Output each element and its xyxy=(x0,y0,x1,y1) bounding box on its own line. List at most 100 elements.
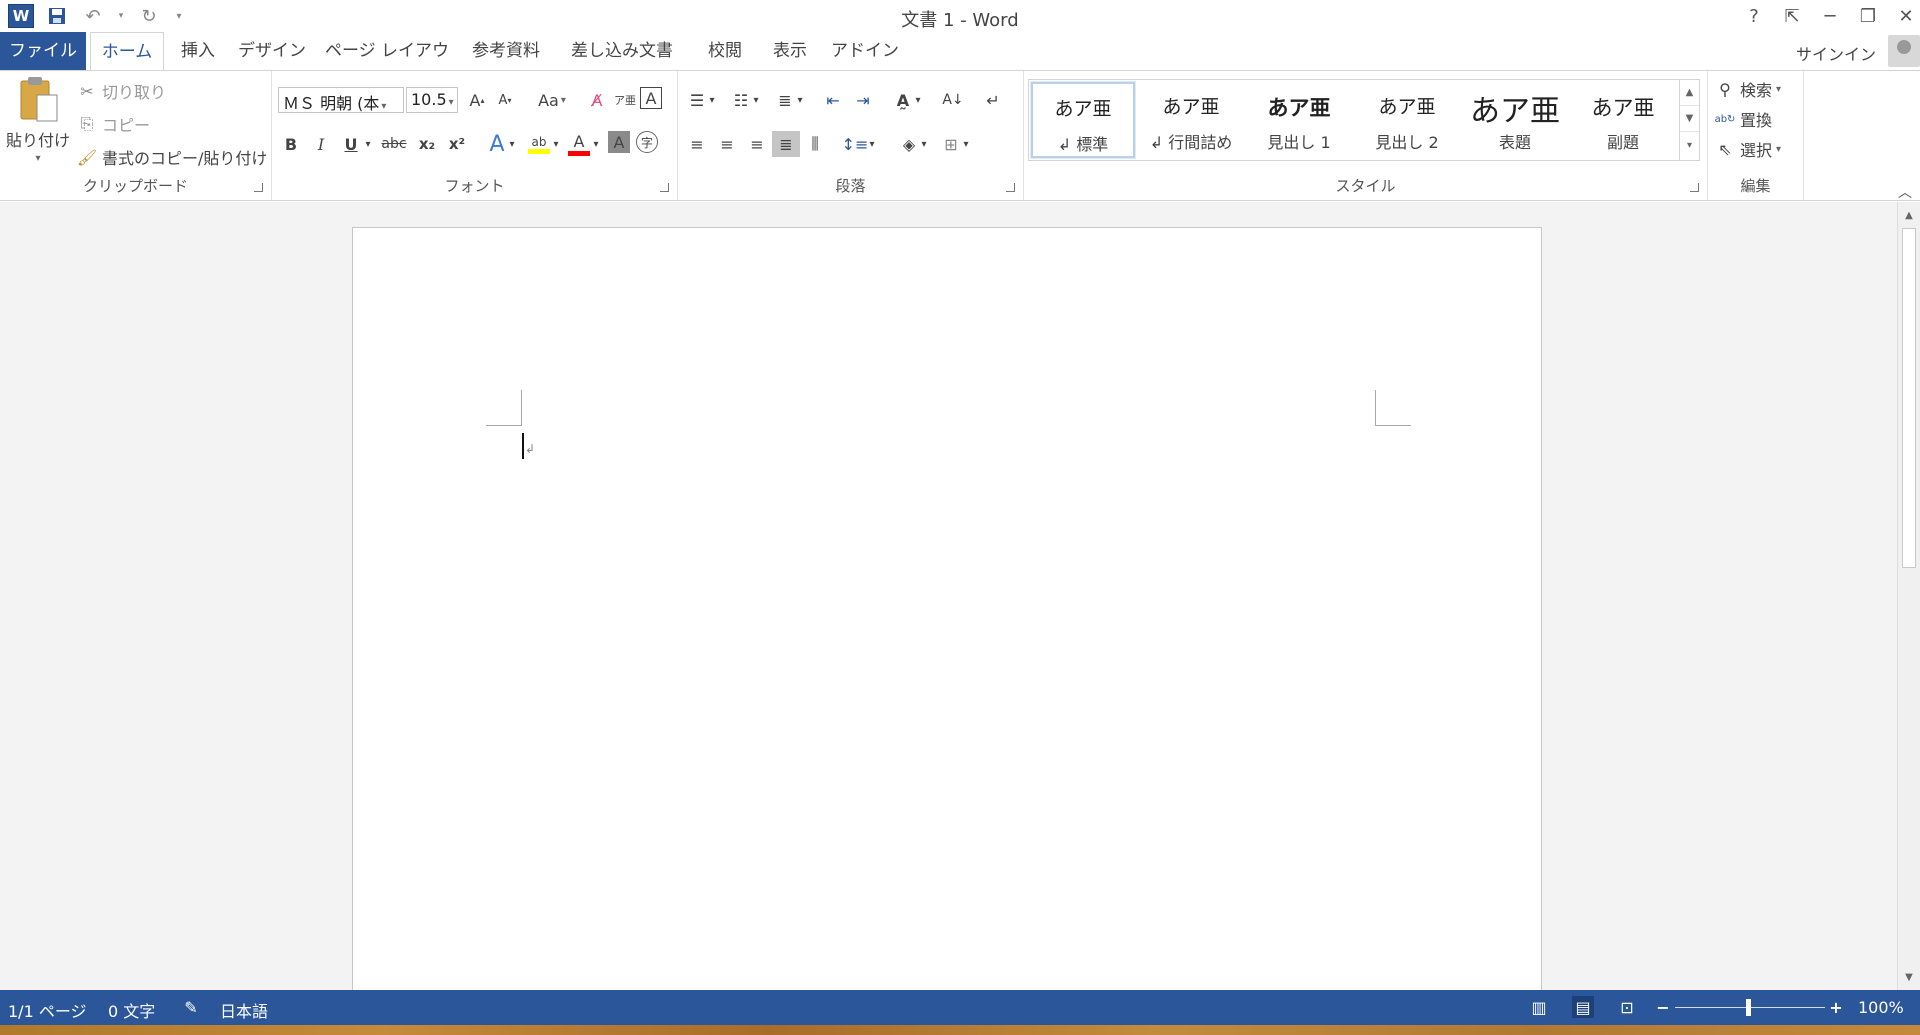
paragraph-launcher-icon[interactable] xyxy=(1006,183,1015,192)
cut-button[interactable]: ✂ 切り取り xyxy=(76,79,166,103)
style-name: 副題 xyxy=(1606,133,1639,152)
scroll-down-icon[interactable]: ▼ xyxy=(1898,966,1920,988)
read-mode-icon[interactable]: ▥ xyxy=(1528,996,1550,1018)
page-count[interactable]: 1/1 ページ xyxy=(8,998,87,1022)
tab-references[interactable]: 参考資料 xyxy=(466,32,546,70)
shrink-font-icon[interactable]: A ▾ xyxy=(492,87,518,113)
underline-dropdown-icon[interactable]: ▾ xyxy=(362,131,374,157)
style-normal[interactable]: あア亜 ↲ 標準 xyxy=(1030,81,1136,159)
replace-button[interactable]: ab↻ 置換 xyxy=(1714,107,1772,131)
zoom-slider-thumb[interactable] xyxy=(1746,999,1751,1016)
highlight-dropdown-icon[interactable]: ▾ xyxy=(550,131,562,157)
asian-layout-dropdown-icon[interactable]: ▾ xyxy=(912,87,924,113)
zoom-level[interactable]: 100% xyxy=(1858,998,1904,1017)
style-heading-2[interactable]: あア亜 見出し 2 xyxy=(1355,82,1459,158)
tab-home[interactable]: ホーム xyxy=(90,32,164,71)
gallery-down-icon[interactable]: ▼ xyxy=(1680,106,1699,132)
tab-mailings[interactable]: 差し込み文書 xyxy=(566,32,678,70)
cursor-arrow-icon: ⇖ xyxy=(1718,139,1732,159)
paste-button[interactable]: 貼り付け ▾ xyxy=(6,75,70,164)
character-shading-icon[interactable]: A xyxy=(608,131,630,153)
show-hide-marks-icon[interactable]: ↵ xyxy=(980,87,1006,113)
sort-icon[interactable]: A↓ xyxy=(940,87,966,113)
format-painter-button[interactable]: 🖌 書式のコピー/貼り付け xyxy=(76,145,268,169)
vertical-scrollbar[interactable]: ▲ ▼ xyxy=(1897,202,1920,990)
language-indicator[interactable]: 日本語 xyxy=(220,998,268,1022)
tab-addins[interactable]: アドイン xyxy=(830,32,900,70)
highlight-color-icon[interactable]: ab xyxy=(526,131,552,157)
paste-dropdown-icon[interactable]: ▾ xyxy=(35,153,40,164)
font-color-icon[interactable]: A xyxy=(566,131,592,157)
font-size-combo[interactable]: 10.5 xyxy=(406,87,458,113)
align-left-icon[interactable]: ≡ xyxy=(684,131,710,157)
print-layout-icon[interactable]: ▤ xyxy=(1572,996,1594,1018)
style-title[interactable]: あア亜 表題 xyxy=(1463,82,1567,158)
font-launcher-icon[interactable] xyxy=(660,183,669,192)
distributed-icon[interactable]: ⫼ xyxy=(802,131,828,157)
decrease-indent-icon[interactable]: ⇤ xyxy=(820,87,846,113)
bold-button[interactable]: B xyxy=(278,131,304,157)
line-spacing-dropdown-icon[interactable]: ▾ xyxy=(866,131,878,157)
scrollbar-thumb[interactable] xyxy=(1902,228,1916,568)
restore-icon[interactable]: ❐ xyxy=(1849,0,1887,32)
minimize-icon[interactable]: ─ xyxy=(1811,0,1849,32)
select-dropdown-icon[interactable]: ▾ xyxy=(1776,144,1781,155)
tab-design[interactable]: デザイン xyxy=(234,32,310,70)
find-button[interactable]: ⚲ 検索 ▾ xyxy=(1714,77,1781,101)
text-effects-dropdown-icon[interactable]: ▾ xyxy=(506,131,518,157)
change-case-button[interactable]: Aa xyxy=(532,87,572,113)
tab-page-layout[interactable]: ページ レイアウト xyxy=(320,32,454,99)
zoom-in-icon[interactable]: + xyxy=(1825,996,1847,1018)
font-color-dropdown-icon[interactable]: ▾ xyxy=(590,131,602,157)
borders-dropdown-icon[interactable]: ▾ xyxy=(960,131,972,157)
tab-view[interactable]: 表示 xyxy=(762,32,818,70)
tab-insert[interactable]: 挿入 xyxy=(172,32,224,70)
collapse-ribbon-icon[interactable]: ︿ xyxy=(1898,182,1912,202)
user-avatar-icon[interactable] xyxy=(1888,35,1920,67)
zoom-out-icon[interactable]: − xyxy=(1652,996,1674,1018)
replace-label: 置換 xyxy=(1740,111,1773,130)
justify-icon[interactable]: ≣ xyxy=(772,131,800,157)
web-layout-icon[interactable]: ⊡ xyxy=(1616,996,1638,1018)
find-dropdown-icon[interactable]: ▾ xyxy=(1776,84,1781,95)
increase-indent-icon[interactable]: ⇥ xyxy=(850,87,876,113)
superscript-button[interactable]: x² xyxy=(444,131,470,157)
strikethrough-button[interactable]: abc xyxy=(378,131,410,157)
numbering-dropdown-icon[interactable]: ▾ xyxy=(750,87,762,113)
signin-link[interactable]: サインイン xyxy=(1796,41,1876,65)
grow-font-icon[interactable]: A ▴ xyxy=(464,87,490,113)
character-border-icon[interactable]: A xyxy=(640,87,662,109)
tab-file[interactable]: ファイル xyxy=(0,32,86,70)
ribbon-display-options-icon[interactable]: ⇱ xyxy=(1773,0,1811,32)
gallery-up-icon[interactable]: ▲ xyxy=(1680,80,1699,106)
proofing-icon[interactable]: ✎ xyxy=(180,996,202,1018)
style-no-spacing[interactable]: あア亜 ↲ 行間詰め xyxy=(1139,82,1243,158)
select-button[interactable]: ⇖ 選択 ▾ xyxy=(1714,137,1781,161)
shading-dropdown-icon[interactable]: ▾ xyxy=(918,131,930,157)
align-right-icon[interactable]: ≡ xyxy=(744,131,770,157)
subscript-button[interactable]: x₂ xyxy=(414,131,440,157)
scissors-icon: ✂ xyxy=(80,81,94,101)
multilevel-dropdown-icon[interactable]: ▾ xyxy=(794,87,806,113)
clear-formatting-icon[interactable]: A̸ xyxy=(584,87,610,113)
style-heading-1[interactable]: あア亜 見出し 1 xyxy=(1247,82,1351,158)
help-icon[interactable]: ? xyxy=(1735,0,1773,32)
close-icon[interactable]: ✕ xyxy=(1887,0,1920,32)
phonetic-guide-icon[interactable]: ア亜 xyxy=(612,87,638,113)
gallery-more-icon[interactable]: ▾ xyxy=(1680,132,1699,158)
line-spacing-icon[interactable]: ↕≡ xyxy=(842,131,869,157)
font-name-combo[interactable]: ＭＳ 明朝 (本 xyxy=(278,87,404,113)
underline-button[interactable]: U xyxy=(338,131,364,157)
clipboard-launcher-icon[interactable] xyxy=(254,183,263,192)
enclose-characters-icon[interactable]: 字 xyxy=(636,131,658,153)
copy-button[interactable]: ⎘ コピー xyxy=(76,112,150,136)
word-count[interactable]: 0 文字 xyxy=(108,998,155,1022)
styles-launcher-icon[interactable] xyxy=(1690,183,1699,192)
align-center-icon[interactable]: ≡ xyxy=(714,131,740,157)
scroll-up-icon[interactable]: ▲ xyxy=(1898,204,1920,226)
tab-review[interactable]: 校閲 xyxy=(698,32,752,70)
style-subtitle[interactable]: あア亜 副題 xyxy=(1571,82,1675,158)
document-page[interactable]: ↲ xyxy=(352,227,1542,990)
italic-button[interactable]: I xyxy=(308,131,334,157)
bullets-dropdown-icon[interactable]: ▾ xyxy=(706,87,718,113)
